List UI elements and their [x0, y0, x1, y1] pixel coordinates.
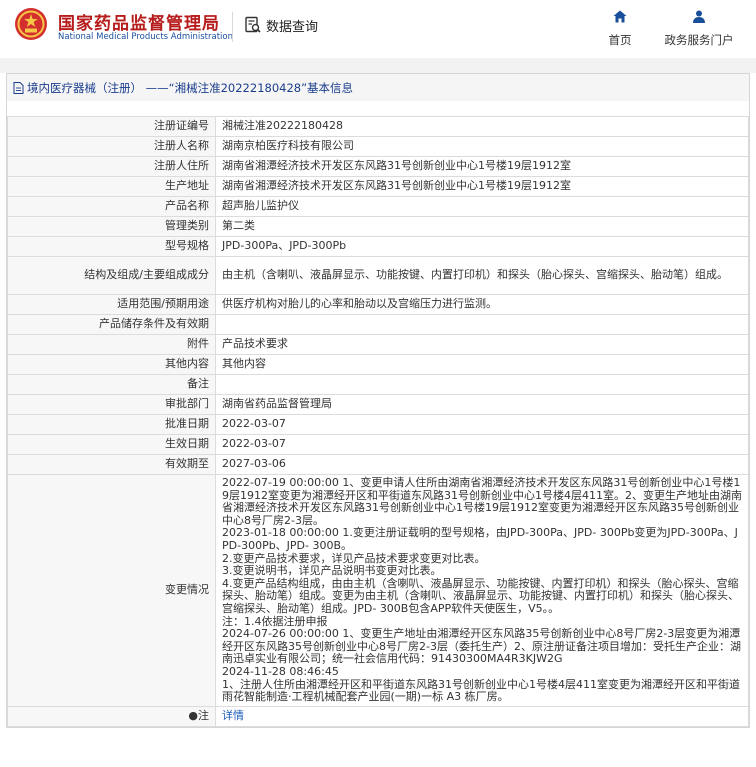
- change-history-line: 2023-01-18 00:00:00 1.变更注册证载明的型号规格，由JPD-…: [222, 526, 738, 552]
- table-row: 其他内容 其他内容: [7, 354, 749, 375]
- change-history-value: 2022-07-19 00:00:00 1、变更申请人住所由湖南省湘潭经济技术开…: [215, 474, 749, 707]
- nav-home[interactable]: 首页: [600, 10, 640, 48]
- bulb-icon: ●: [188, 708, 198, 722]
- field-label: 注册人住所: [7, 156, 216, 177]
- field-value: 湖南省药品监督管理局: [215, 394, 749, 415]
- field-value: 其他内容: [215, 354, 749, 375]
- change-history-line: 3.变更说明书，详见产品说明书变更对比表。: [222, 564, 442, 578]
- field-label: 审批部门: [7, 394, 216, 415]
- change-history-line: 1、注册人住所由湘潭经开区和平街道东风路31号创新创业中心1号楼4层411室变更…: [222, 677, 740, 704]
- panel-spacer: [7, 101, 749, 116]
- change-history-line: 2022-07-19 00:00:00 1、变更申请人住所由湖南省湘潭经济技术开…: [222, 476, 742, 527]
- field-label: 产品储存条件及有效期: [7, 314, 216, 335]
- field-label: 产品名称: [7, 196, 216, 217]
- site-subtitle: National Medical Products Administration: [58, 32, 233, 42]
- field-label: 附件: [7, 334, 216, 355]
- table-row: 审批部门 湖南省药品监督管理局: [7, 394, 749, 415]
- change-history-line: 2024-11-28 08:46:45: [222, 664, 339, 678]
- field-value: [215, 374, 749, 395]
- field-value: 2022-03-07: [215, 434, 749, 455]
- field-label: 有效期至: [7, 454, 216, 475]
- table-row: 备注: [7, 374, 749, 395]
- field-label: 注册人名称: [7, 136, 216, 157]
- home-icon: [613, 10, 627, 23]
- table-row: 变更情况 2022-07-19 00:00:00 1、变更申请人住所由湖南省湘潭经…: [7, 474, 749, 707]
- change-history-line: 4.变更产品结构组成，由由主机（含喇叭、液晶屏显示、功能按键、内置打印机）和探头…: [222, 576, 739, 615]
- change-history-label: 变更情况: [7, 474, 216, 707]
- change-history-line: 2024-07-26 00:00:00 1、变更生产地址由湘潭经开区东风路35号…: [222, 627, 741, 666]
- table-row: 型号规格 JPD-300Pa、JPD-300Pb: [7, 236, 749, 257]
- data-query-link[interactable]: 数据查询: [244, 14, 318, 36]
- table-row: 注册证编号 湘械注准20222180428: [7, 116, 749, 137]
- field-value: 超声胎儿监护仪: [215, 196, 749, 217]
- field-value: 湖南省湘潭经济技术开发区东风路31号创新创业中心1号楼19层1912室: [215, 156, 749, 177]
- table-row: 有效期至 2027-03-06: [7, 454, 749, 475]
- breadcrumb: 境内医疗器械（注册） ——“湘械注准20222180428”基本信息: [6, 73, 750, 101]
- field-label: 批准日期: [7, 414, 216, 435]
- user-icon: [693, 10, 705, 23]
- field-label: 注册证编号: [7, 116, 216, 137]
- field-value: 由主机（含喇叭、液晶屏显示、功能按键、内置打印机）和探头（胎心探头、宫缩探头、胎…: [215, 256, 749, 295]
- data-query-label: 数据查询: [266, 19, 319, 35]
- field-label: 生效日期: [7, 434, 216, 455]
- table-row: 注册人住所 湖南省湘潭经济技术开发区东风路31号创新创业中心1号楼19层1912室: [7, 156, 749, 177]
- table-row: 管理类别 第二类: [7, 216, 749, 237]
- nav-service-portal[interactable]: 政务服务门户: [657, 10, 741, 48]
- table-row: ●注 详情: [7, 705, 749, 727]
- field-label: 适用范围/预期用途: [7, 294, 216, 315]
- table-row: 生效日期 2022-03-07: [7, 434, 749, 455]
- table-row: 结构及组成/主要组成成分 由主机（含喇叭、液晶屏显示、功能按键、内置打印机）和探头…: [7, 256, 749, 295]
- table-row: 生产地址 湖南省湘潭经济技术开发区东风路31号创新创业中心1号楼19层1912室: [7, 176, 749, 197]
- field-value: JPD-300Pa、JPD-300Pb: [215, 236, 749, 257]
- nav-service-portal-label: 政务服务门户: [664, 33, 734, 47]
- details-link[interactable]: 详情: [222, 709, 244, 722]
- field-label: 管理类别: [7, 216, 216, 237]
- field-value: 湖南省湘潭经济技术开发区东风路31号创新创业中心1号楼19层1912室: [215, 176, 749, 197]
- document-icon: [13, 81, 24, 94]
- breadcrumb-text: 境内医疗器械（注册） ——“湘械注准20222180428”基本信息: [27, 80, 354, 95]
- field-value: 产品技术要求: [215, 334, 749, 355]
- table-row: 附件 产品技术要求: [7, 334, 749, 355]
- site-header: 国家药品监督管理局 National Medical Products Admi…: [0, 0, 756, 58]
- field-label: 其他内容: [7, 354, 216, 375]
- field-value: 第二类: [215, 216, 749, 237]
- note-value-cell: 详情: [215, 705, 749, 727]
- field-value: [215, 314, 749, 335]
- note-label-cell: ●注: [7, 705, 216, 727]
- registration-info-table: 注册证编号 湘械注准20222180428 注册人名称 湖南京柏医疗科技有限公司 注册人…: [7, 116, 749, 727]
- site-title: 国家药品监督管理局: [58, 14, 220, 34]
- search-doc-icon: [245, 16, 261, 33]
- table-row: 注册人名称 湖南京柏医疗科技有限公司: [7, 136, 749, 157]
- field-label: 备注: [7, 374, 216, 395]
- header-divider: [232, 12, 233, 42]
- field-label: 结构及组成/主要组成成分: [7, 256, 216, 295]
- header-gap: [0, 58, 756, 73]
- table-row: 批准日期 2022-03-07: [7, 414, 749, 435]
- field-value: 2027-03-06: [215, 454, 749, 475]
- info-panel: 注册证编号 湘械注准20222180428 注册人名称 湖南京柏医疗科技有限公司 注册人…: [6, 101, 750, 728]
- field-value: 供医疗机构对胎儿的心率和胎动以及宫缩压力进行监测。: [215, 294, 749, 315]
- note-label: 注: [198, 708, 209, 722]
- table-row: 产品名称 超声胎儿监护仪: [7, 196, 749, 217]
- field-label: 型号规格: [7, 236, 216, 257]
- field-label: 生产地址: [7, 176, 216, 197]
- national-emblem-icon: [15, 8, 47, 40]
- field-value: 2022-03-07: [215, 414, 749, 435]
- field-value: 湖南京柏医疗科技有限公司: [215, 136, 749, 157]
- nav-home-label: 首页: [608, 33, 632, 47]
- field-value: 湘械注准20222180428: [215, 116, 749, 137]
- table-row: 适用范围/预期用途 供医疗机构对胎儿的心率和胎动以及宫缩压力进行监测。: [7, 294, 749, 315]
- table-row: 产品储存条件及有效期: [7, 314, 749, 335]
